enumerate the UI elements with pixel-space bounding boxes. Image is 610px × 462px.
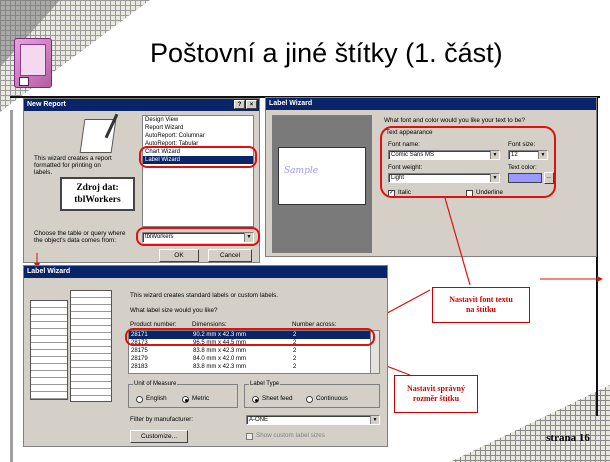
customize-button[interactable]: Customize...: [130, 430, 188, 443]
option-autoreport-columnar[interactable]: AutoReport: Columnar: [143, 132, 253, 140]
label-wizard-font-title: Label Wizard: [269, 100, 313, 107]
sheet-feed-radio[interactable]: [252, 396, 259, 403]
frame-line-left: [10, 110, 13, 462]
size-intro: This wizard creates standard labels or c…: [130, 292, 279, 299]
label-wizard-size-title: Label Wizard: [27, 268, 71, 275]
access-app-icon: [14, 38, 52, 88]
label-wizard-font-titlebar: Label Wizard: [266, 98, 596, 110]
sample-preview-panel: Sample: [272, 115, 372, 253]
page-number: strana 16: [546, 432, 590, 444]
label-sheet-illustration: [30, 290, 114, 408]
sample-text: Sample: [284, 166, 319, 176]
set-size-callout-line2: rozměr štítku: [412, 394, 460, 403]
font-question: What font and color would you like your …: [384, 117, 526, 124]
sample-label: Sample: [278, 147, 366, 205]
report-type-list[interactable]: Design View Report Wizard AutoReport: Co…: [142, 115, 254, 227]
app-icon-shortcut: [19, 77, 29, 86]
table-row[interactable]: 28179 84.0 mm x 42.0 mm 2: [129, 355, 379, 363]
show-custom-sizes-label: Show custom label sizes: [256, 432, 325, 439]
close-button[interactable]: ×: [246, 100, 257, 109]
data-source-callout: Zdroj dat: tblWorkers: [60, 177, 135, 211]
manufacturer-value: A-ONE: [249, 417, 269, 423]
choose-source-label-2: the object's data comes from:: [34, 237, 117, 244]
option-report-wizard[interactable]: Report Wizard: [143, 124, 253, 132]
highlight-label-wizard: [139, 146, 257, 168]
set-font-callout: Nastavit font textu na štítku: [432, 287, 530, 323]
unit-english-radio[interactable]: [136, 396, 143, 403]
unit-metric-radio[interactable]: [182, 396, 189, 403]
data-source-callout-line1: Zdroj dat:: [76, 183, 119, 193]
highlight-label-row: [125, 328, 375, 346]
data-source-callout-line2: tblWorkers: [74, 195, 121, 205]
slide: Poštovní a jiné štítky (1. část) New Rep…: [0, 0, 610, 462]
cancel-button[interactable]: Cancel: [208, 249, 252, 262]
cell-product: 28179: [131, 356, 148, 362]
set-size-callout-line1: Nastavit správný: [406, 384, 465, 393]
label-sheet-front: [70, 290, 112, 402]
help-button[interactable]: ?: [234, 100, 245, 109]
label-sheet-back: [30, 300, 68, 400]
continuous-label: Continuous: [316, 395, 348, 402]
set-size-callout: Nastavit správný rozměr štítku: [394, 375, 478, 413]
cell-product: 28183: [131, 364, 148, 370]
table-row[interactable]: 28175 83.8 mm x 42.3 mm 2: [129, 347, 379, 355]
cell-dimensions: 83.8 mm x 42.3 mm: [193, 348, 247, 354]
app-icon-page: [20, 44, 46, 76]
unit-of-measure-label: Unit of Measure: [133, 380, 178, 388]
highlight-text-appearance: [380, 126, 556, 198]
set-font-callout-line2: na štítku: [465, 305, 496, 314]
new-report-title: New Report: [27, 101, 66, 108]
cell-product: 28175: [131, 348, 148, 354]
option-design-view[interactable]: Design View: [143, 116, 253, 124]
new-report-desc-3: labels.: [34, 169, 53, 176]
sheet-feed-label: Sheet feed: [262, 395, 293, 402]
slide-title: Poštovní a jiné štítky (1. část): [150, 38, 503, 68]
size-question: What label size would you like?: [130, 307, 218, 314]
new-report-titlebar: New Report ? ×: [24, 99, 259, 111]
unit-english-label: English: [146, 395, 167, 402]
cell-across: 2: [293, 348, 297, 354]
ok-button[interactable]: OK: [159, 249, 199, 262]
label-wizard-size-titlebar: Label Wizard: [24, 266, 387, 278]
unit-metric-label: Metric: [192, 395, 210, 402]
highlight-data-source: [136, 227, 260, 246]
label-type-label: Label Type: [249, 380, 281, 388]
cell-dimensions: 83.8 mm x 42.3 mm: [193, 364, 247, 370]
manufacturer-select[interactable]: A-ONE ▼: [246, 415, 380, 425]
label-wizard-size-dialog: Label Wizard This wizard creates standar…: [23, 265, 388, 447]
set-font-callout-line1: Nastavit font textu: [449, 295, 513, 304]
cell-across: 2: [293, 364, 297, 370]
cell-dimensions: 84.0 mm x 42.0 mm: [193, 356, 247, 362]
show-custom-sizes-checkbox[interactable]: [246, 433, 253, 440]
continuous-radio[interactable]: [306, 396, 313, 403]
table-row[interactable]: 28183 83.8 mm x 42.3 mm 2: [129, 363, 379, 371]
filter-manufacturer-label: Filter by manufacturer:: [130, 416, 193, 423]
cell-across: 2: [293, 356, 297, 362]
chevron-down-icon[interactable]: ▼: [370, 416, 379, 424]
